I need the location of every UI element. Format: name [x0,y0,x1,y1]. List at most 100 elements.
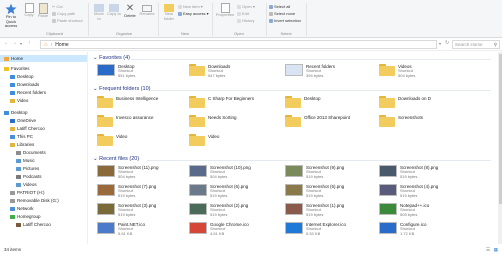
recent-file-tile[interactable]: Screenshot (11).png Shortcut 504 bytes [97,165,158,179]
favorite-tile[interactable]: Desktop Shortcut 551 bytes [97,64,135,78]
nav-item[interactable]: Latiff Chercoo [10,126,45,131]
section-recent[interactable]: ⌄ Recent files (20) [93,156,139,162]
nav-item[interactable]: Music [16,158,35,163]
nav-item[interactable]: Videos [16,182,37,187]
recent-file-tile[interactable]: Screenshot (8).png Shortcut 519 bytes [379,165,438,179]
open-button[interactable]: Open ▾ [237,4,255,9]
frequent-folder-tile[interactable]: Screenshots [379,115,423,127]
copy-path-label: Copy path [57,11,76,16]
easy-access-button[interactable]: Easy access ▾ [178,11,209,16]
recent-file-tile[interactable]: Screenshot (4).png Shortcut 519 bytes [379,184,438,198]
history-button[interactable]: History [237,18,254,23]
nav-item[interactable]: Network [10,206,34,211]
edit-button[interactable]: Edit [237,11,249,16]
frequent-folder-tile[interactable]: Downloads on D [379,96,431,108]
scrollbar-thumb[interactable] [498,54,502,204]
favorite-tile[interactable]: Downloads Shortcut 547 bytes [189,64,230,78]
pin-button[interactable]: Pin to Quick access [2,3,20,29]
nav-item[interactable]: Homegroup [10,214,41,219]
nav-item[interactable]: Podcasts [16,174,42,179]
delete-button[interactable]: ✕ Delete [122,3,138,19]
nav-item[interactable]: Home [0,55,87,62]
recent-file-tile[interactable]: Notepad++.ico Shortcut 505 bytes [379,203,429,217]
recent-file-tile[interactable]: Screenshot (1).png Shortcut 519 bytes [285,203,344,217]
scissors-icon: ✂ [52,4,56,9]
recent-locations-icon[interactable]: ▾ [20,41,22,46]
tile-detail: 547 bytes [208,72,226,78]
recent-file-tile[interactable]: Screenshot (3).png Shortcut 519 bytes [97,203,156,217]
section-divider [131,59,491,60]
tile-text: Screenshot (1).png Shortcut 519 bytes [306,203,344,217]
frequent-folder-tile[interactable]: Desktop [285,96,321,108]
nav-item[interactable]: OneDrive [10,118,36,123]
move-to-button[interactable]: Move to [92,3,106,21]
recent-file-tile[interactable]: Screenshot (7).png Shortcut 519 bytes [97,184,156,198]
recent-file-tile[interactable]: Internet Explorer.ico Shortcut 5.53 KB [285,222,346,236]
frequent-folder-tile[interactable]: Invesco assurance [97,115,154,127]
copy-to-button[interactable]: Copy to [107,3,121,17]
folder-icon [189,64,205,76]
paste-button[interactable]: Paste [36,3,50,19]
forward-arrow-icon[interactable]: → [12,40,17,46]
recent-file-tile[interactable]: Screenshot (9).png Shortcut 519 bytes [285,165,344,179]
address-bar[interactable]: ⌂ › Home [40,40,437,49]
recent-file-tile[interactable]: Screenshot (6).png Shortcut 519 bytes [189,184,248,198]
recent-file-tile[interactable]: Paint.NET.ico Shortcut 5.61 KB [97,222,145,236]
back-arrow-icon[interactable]: ← [4,40,9,46]
copy-button[interactable]: Copy [22,3,36,18]
frequent-folder-tile[interactable]: Video [189,134,219,146]
frequent-folder-tile[interactable]: Video [97,134,127,146]
nav-item[interactable]: Latiff Chercoo [16,222,51,227]
up-arrow-icon[interactable]: ↑ [28,40,31,46]
favorite-tile[interactable]: Videos Shortcut 504 bytes [379,64,415,78]
frequent-folder-tile[interactable]: Office 2013 Sharepoint [285,115,350,127]
new-item-button[interactable]: New item ▾ [178,4,203,9]
section-favorites[interactable]: ⌄ Favorites (4) [93,55,130,61]
nav-item-icon [10,126,15,131]
recent-file-tile[interactable]: Screenshot (2).png Shortcut 519 bytes [189,203,248,217]
details-view-icon[interactable]: ☰ [486,247,490,253]
copy-path-button[interactable]: Copy path [52,11,75,16]
favorite-tile[interactable]: Recent folders Shortcut 394 bytes [285,64,335,78]
refresh-icon[interactable]: ↻ [445,40,449,46]
address-dropdown-icon[interactable]: ▾ [439,41,441,46]
nav-item-label: Documents [23,150,46,155]
nav-item-label: PATRIOT (H:) [17,190,45,195]
frequent-folder-tile[interactable]: Needs Sorting [189,115,237,127]
recent-file-tile[interactable]: Google Chrome.ico Shortcut 4.61 KB [189,222,249,236]
breadcrumb-separator-icon: › [50,41,53,48]
section-frequent[interactable]: ⌄ Frequent folders (10) [93,86,151,92]
nav-item[interactable]: Documents [16,150,46,155]
recent-file-tile[interactable]: Screenshot (5).png Shortcut 519 bytes [285,184,344,198]
nav-item[interactable]: Desktop [4,110,28,115]
vertical-scrollbar[interactable] [498,52,502,244]
tiles-view-icon[interactable]: ▦ [494,247,498,253]
properties-button[interactable]: Properties [215,3,235,18]
nav-item[interactable]: Downloads [10,82,39,87]
select-all-button[interactable]: Select all [269,4,290,9]
invert-selection-button[interactable]: Invert selection [269,18,301,23]
nav-item[interactable]: PATRIOT (H:) [10,190,45,195]
new-folder-button[interactable]: New folder [161,3,177,21]
breadcrumb-home[interactable]: Home [55,42,68,48]
frequent-folder-tile[interactable]: C Sharp For Beginners [189,96,254,108]
nav-item[interactable]: Removable Disk (G:) [10,198,59,203]
nav-item[interactable]: Libraries [10,142,34,147]
cut-button[interactable]: ✂ Cut [52,4,63,9]
paste-shortcut-button[interactable]: Paste shortcut [52,18,83,23]
nav-item-icon [16,150,21,155]
nav-item[interactable]: Recent folders [10,90,46,95]
recent-file-tile[interactable]: Screenshot (10).png Shortcut 504 bytes [189,165,251,179]
recent-file-tile[interactable]: Configure.ico Shortcut 1.72 KB [379,222,427,236]
nav-item[interactable]: Desktop [10,74,34,79]
search-input[interactable]: Search Home ⚲ [452,40,500,49]
nav-item[interactable]: Video [10,98,28,103]
frequent-folder-tile[interactable]: Business Intelligence [97,96,158,108]
rename-button[interactable]: Rename [139,3,155,17]
properties-label: Properties [215,12,235,17]
nav-item[interactable]: Favorites [4,66,30,71]
select-none-button[interactable]: Select none [269,11,295,16]
nav-item[interactable]: This PC [10,134,33,139]
tile-text: Recent folders Shortcut 394 bytes [306,64,335,78]
nav-item[interactable]: Pictures [16,166,39,171]
